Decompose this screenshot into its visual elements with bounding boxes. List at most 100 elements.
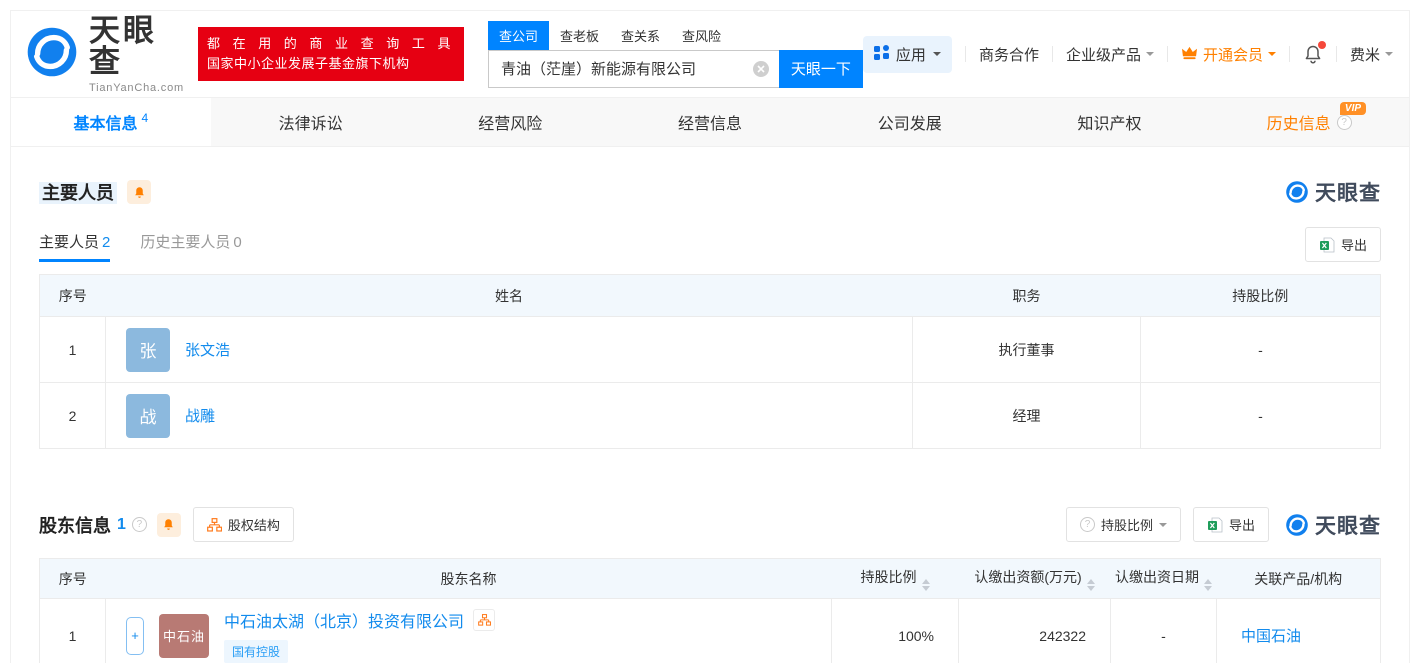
tab-legal-proceedings[interactable]: 法律诉讼 [211,98,411,146]
tab-company-development[interactable]: 公司发展 [810,98,1010,146]
ratio-cell: 100% [831,598,959,663]
apps-label: 应用 [895,46,926,64]
tianyancha-watermark: 天眼查 [1285,510,1381,540]
user-menu[interactable]: 费米 [1350,44,1393,65]
tab-operational-risk[interactable]: 经营风险 [410,98,610,146]
person-link[interactable]: 张文浩 [185,339,230,360]
col-name: 姓名 [105,274,913,317]
search-button[interactable]: 天眼一下 [778,49,863,88]
apps-grid-icon [873,44,889,64]
position-cell: 执行董事 [912,316,1141,383]
search-input[interactable] [487,49,779,88]
col-position: 职务 [912,274,1141,317]
logo-text: 天眼查 [89,12,157,79]
staff-table: 序号 姓名 职务 持股比例 1 张 张文浩 执行董事 - 2 战 战雕 经理 - [39,274,1381,449]
ratio-filter-button[interactable]: ? 持股比例 [1065,507,1181,542]
monitor-bell-icon[interactable] [156,512,181,537]
table-row: 1 张 张文浩 执行董事 - [39,316,1381,383]
shareholder-section-title: 股东信息 [39,515,111,536]
row-index: 1 [39,598,106,663]
clear-input-icon[interactable] [752,60,769,77]
sort-icon[interactable] [1204,578,1212,591]
monitor-bell-icon[interactable] [127,180,151,204]
shareholder-count: 1 [117,515,126,533]
search-tab-risk[interactable]: 查风险 [671,21,732,50]
org-chart-icon [477,614,491,626]
open-vip-label: 开通会员 [1202,46,1263,64]
row-index: 2 [39,382,106,449]
tab-label: 知识产权 [1077,116,1142,133]
chevron-down-icon [932,52,941,60]
position-cell: 经理 [912,382,1141,449]
org-chart-icon [206,517,222,532]
avatar[interactable]: 战 [126,393,170,438]
export-label: 导出 [1340,238,1367,253]
chevron-down-icon [1158,522,1167,531]
tab-basic-info[interactable]: 基本信息 4 [11,98,211,146]
open-vip-link[interactable]: 开通会员 [1181,44,1276,65]
tab-intellectual-property[interactable]: 知识产权 [1010,98,1210,146]
help-icon[interactable]: ? [131,517,147,532]
export-button[interactable]: 导出 [1304,227,1381,262]
notification-bell-icon[interactable] [1303,41,1326,64]
search-tab-relation[interactable]: 查关系 [610,21,671,50]
ratio-filter-label: 持股比例 [1100,518,1153,533]
staff-section-title: 主要人员 [39,179,117,205]
sort-icon[interactable] [1086,578,1095,591]
staff-section: 主要人员 天眼查 主要人员 2 历史主要人员 0 导出 序号 姓名 职务 持股比… [11,177,1409,449]
search-tab-boss[interactable]: 查老板 [549,21,610,50]
apps-menu[interactable]: 应用 [862,35,952,73]
nav-divider [1051,46,1053,62]
nav-enterprise-products[interactable]: 企业级产品 [1066,44,1154,65]
crown-icon [1181,45,1198,64]
row-index: 1 [39,316,106,383]
watermark-text: 天眼查 [1315,182,1381,205]
tab-business-info[interactable]: 经营信息 [610,98,810,146]
chevron-down-icon [1267,52,1276,60]
chevron-down-icon [1385,52,1393,60]
tianyancha-logo[interactable]: 天眼查 TianYanCha.com [25,15,184,94]
equity-structure-button[interactable]: 股权结构 [192,507,294,542]
subtab-count: 2 [102,234,111,251]
product-link[interactable]: 中国石油 [1241,628,1301,645]
col-date-sortable[interactable]: 认缴出资日期 [1110,558,1217,599]
date-cell: - [1110,598,1217,663]
export-label: 导出 [1228,518,1255,533]
export-button[interactable]: 导出 [1192,507,1269,542]
chevron-down-icon [1145,52,1154,60]
shareholder-link[interactable]: 中石油太湖（北京）投资有限公司 [224,608,464,632]
amount-cell: 242322 [958,598,1111,663]
tianyancha-watermark-icon [1286,181,1308,203]
subtab-history-staff[interactable]: 历史主要人员 0 [140,231,241,262]
col-ratio: 持股比例 [1140,274,1381,317]
subtab-current-staff[interactable]: 主要人员 2 [39,231,111,262]
col-ratio-sortable[interactable]: 持股比例 [831,558,959,599]
company-tabbar: 基本信息 4 法律诉讼 经营风险 经营信息 公司发展 知识产权 VIP 历史信息… [11,97,1409,147]
nav-divider [1335,46,1337,62]
tab-label: 历史信息 [1266,116,1331,133]
shareholder-table: 序号 股东名称 持股比例 认缴出资额(万元) 认缴出资日期 关联产品/机构 1 … [39,558,1381,663]
slogan-line1: 都 在 用 的 商 业 查 询 工 具 [206,35,455,51]
person-link[interactable]: 战雕 [185,405,215,426]
expand-button[interactable]: + [126,616,144,655]
product-cell: 中国石油 [1216,598,1381,663]
ratio-cell: - [1140,316,1381,383]
sort-icon[interactable] [921,578,930,591]
col-related-product: 关联产品/机构 [1216,558,1381,599]
help-icon[interactable]: ? [1336,114,1352,130]
tab-label: 法律诉讼 [278,116,343,133]
tab-label: 基本信息 [73,116,138,133]
col-index: 序号 [39,274,106,317]
search-tab-company[interactable]: 查公司 [487,20,549,50]
avatar[interactable]: 张 [126,327,170,372]
tianyancha-watermark-icon [1286,513,1308,536]
nav-enterprise-label: 企业级产品 [1065,46,1141,64]
equity-structure-label: 股权结构 [227,518,280,533]
company-avatar[interactable]: 中石油 [159,613,210,658]
equity-chart-button[interactable] [473,609,496,631]
nav-cooperation[interactable]: 商务合作 [979,44,1039,65]
table-row: 2 战 战雕 经理 - [39,382,1381,449]
tab-history-info[interactable]: VIP 历史信息 ? [1209,98,1409,146]
notification-dot [1317,41,1326,49]
col-amount-sortable[interactable]: 认缴出资额(万元) [958,558,1111,599]
